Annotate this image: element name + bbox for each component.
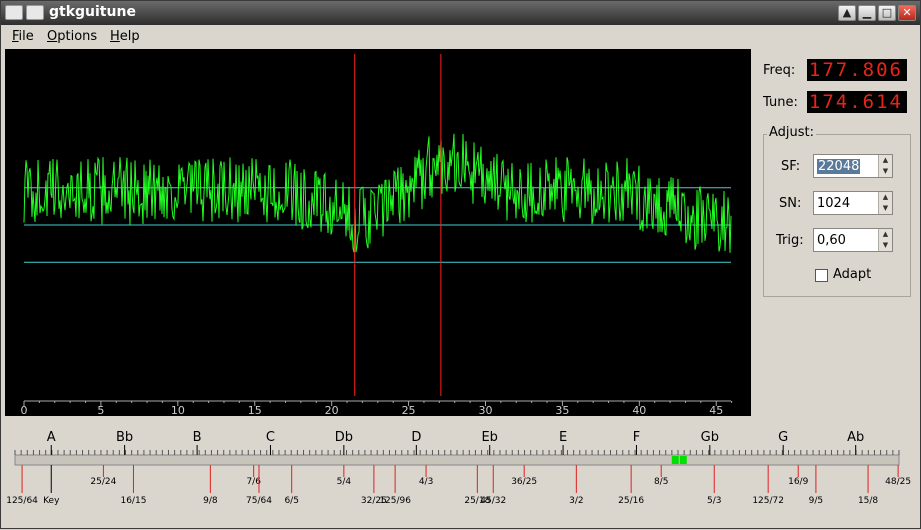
- tuning-indicator: [671, 456, 679, 464]
- sf-label: SF:: [781, 159, 801, 174]
- x-tick-label: 5: [97, 404, 104, 416]
- ratio-label: Key: [43, 496, 60, 506]
- menu-file[interactable]: File: [12, 29, 34, 44]
- ratio-label: 3/2: [569, 496, 583, 506]
- x-tick-label: 0: [21, 404, 28, 416]
- ratio-label: 9/5: [809, 496, 823, 506]
- ratio-label: 48/25: [885, 477, 911, 487]
- sn-label: SN:: [779, 196, 802, 211]
- maximize-button[interactable]: □: [878, 5, 896, 21]
- control-panel: Freq: 177.806 Tune: 174.614 Adjust: SF: …: [755, 49, 919, 416]
- ratio-label: 6/5: [284, 496, 298, 506]
- tuner-scale: A Bb B C Db D Eb E F Gb G Ab 125/64 Key 25/24 16/15 9/8 7…: [5, 419, 917, 526]
- shade-button[interactable]: ▲: [838, 5, 856, 21]
- trig-up-arrow-icon[interactable]: ▲: [879, 229, 892, 240]
- minimize-button[interactable]: ▁: [858, 5, 876, 21]
- window-title: gtkguitune: [49, 4, 136, 20]
- menu-help[interactable]: Help: [110, 29, 140, 44]
- sf-spinbox[interactable]: 22048 ▲ ▼: [813, 154, 893, 178]
- note-label: F: [633, 430, 640, 445]
- title-bar[interactable]: gtkguitune ▲ ▁ □ ✕: [1, 1, 920, 25]
- note-label: Db: [335, 430, 353, 445]
- note-label: C: [266, 430, 275, 445]
- sn-value[interactable]: 1024: [817, 196, 850, 211]
- ratio-label: 125/96: [379, 496, 411, 506]
- ratio-label: 45/32: [480, 496, 506, 506]
- menu-options[interactable]: Options: [47, 29, 97, 44]
- trig-down-arrow-icon[interactable]: ▼: [879, 240, 892, 251]
- x-tick-label: 45: [709, 404, 723, 416]
- note-label: Ab: [847, 430, 864, 445]
- note-label: G: [778, 430, 788, 445]
- tune-label: Tune:: [763, 95, 798, 110]
- ratio-label: 5/4: [337, 477, 352, 487]
- x-tick-label: 20: [325, 404, 339, 416]
- sf-up-arrow-icon[interactable]: ▲: [879, 155, 892, 166]
- oscilloscope: 0 5 10 15 20 25 30 35 40 45: [5, 49, 751, 416]
- adjust-title: Adjust:: [767, 125, 817, 140]
- ratio-label: 16/15: [120, 496, 146, 506]
- window-menu-icon[interactable]: [5, 5, 23, 20]
- note-label: B: [193, 430, 202, 445]
- x-tick-label: 25: [402, 404, 416, 416]
- note-label: Bb: [116, 430, 133, 445]
- sf-down-arrow-icon[interactable]: ▼: [879, 166, 892, 177]
- trig-label: Trig:: [776, 233, 804, 248]
- x-tick-label: 10: [171, 404, 185, 416]
- app-icon: [26, 5, 44, 20]
- menu-bar: File Options Help: [1, 25, 920, 47]
- x-tick-label: 15: [248, 404, 262, 416]
- ratio-label: 36/25: [511, 477, 537, 487]
- ratio-label: 125/72: [752, 496, 784, 506]
- ratio-label: 125/64: [6, 496, 38, 506]
- ratio-label: 15/8: [858, 496, 878, 506]
- note-label: A: [47, 430, 56, 445]
- close-button[interactable]: ✕: [898, 5, 916, 21]
- ratio-label: 9/8: [203, 496, 218, 506]
- adapt-label[interactable]: Adapt: [833, 267, 871, 282]
- sn-down-arrow-icon[interactable]: ▼: [879, 203, 892, 214]
- sn-spinbox[interactable]: 1024 ▲ ▼: [813, 191, 893, 215]
- tuning-indicator: [679, 456, 687, 464]
- freq-label: Freq:: [763, 63, 796, 78]
- note-label: Gb: [701, 430, 719, 445]
- note-label: Eb: [481, 430, 497, 445]
- ratio-label: 25/16: [618, 496, 644, 506]
- app-window: gtkguitune ▲ ▁ □ ✕ File Options Help 0 5 1…: [0, 0, 921, 529]
- x-tick-label: 40: [632, 404, 646, 416]
- signal-trace: [23, 133, 732, 253]
- note-label: E: [559, 430, 567, 445]
- scale-bar: [14, 454, 900, 466]
- ratio-label: 4/3: [419, 477, 433, 487]
- ratio-label: 25/24: [90, 477, 116, 487]
- ratio-label: 5/3: [707, 496, 721, 506]
- x-tick-label: 35: [555, 404, 569, 416]
- ratio-label: 75/64: [246, 496, 272, 506]
- sn-up-arrow-icon[interactable]: ▲: [879, 192, 892, 203]
- trig-spinbox[interactable]: 0,60 ▲ ▼: [813, 228, 893, 252]
- adapt-checkbox[interactable]: [815, 269, 828, 282]
- trig-value[interactable]: 0,60: [817, 233, 846, 248]
- freq-display: 177.806: [807, 59, 907, 81]
- note-label: D: [411, 430, 421, 445]
- x-tick-label: 30: [478, 404, 492, 416]
- ratio-label: 16/9: [788, 477, 808, 487]
- tune-display: 174.614: [807, 91, 907, 113]
- sf-value[interactable]: 22048: [817, 159, 861, 174]
- ratio-label: 8/5: [654, 477, 668, 487]
